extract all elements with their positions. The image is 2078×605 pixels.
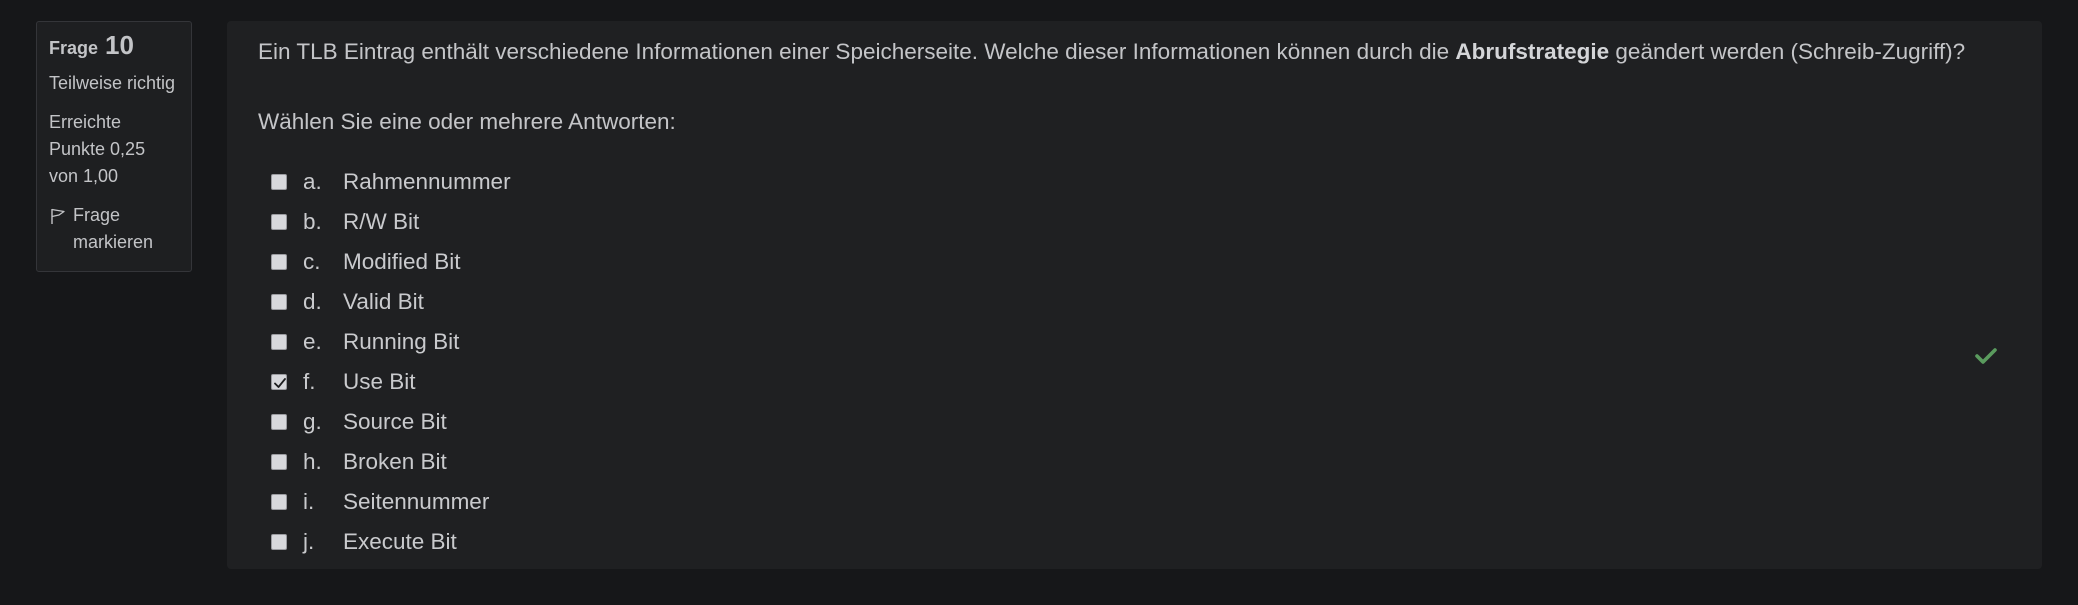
- flag-question-link[interactable]: Frage markieren: [49, 202, 179, 256]
- answer-checkbox-j[interactable]: [271, 534, 287, 550]
- correct-check-icon: [1975, 348, 1997, 364]
- flag-icon: [51, 208, 65, 224]
- answer-option-a[interactable]: a. Rahmennummer: [271, 162, 511, 202]
- answer-letter: d.: [303, 289, 322, 314]
- question-text-bold: Abrufstrategie: [1455, 39, 1610, 64]
- answer-label: Use Bit: [343, 369, 416, 394]
- answer-checkbox-e[interactable]: [271, 334, 287, 350]
- answer-letter: e.: [303, 329, 322, 354]
- question-number: 10: [105, 30, 134, 60]
- answer-checkbox-f[interactable]: [271, 374, 287, 390]
- question-text: Ein TLB Eintrag enthält verschiedene Inf…: [258, 39, 1965, 65]
- answer-letter: g.: [303, 409, 322, 434]
- question-info-panel: Frage 10 Teilweise richtig Erreichte Pun…: [36, 21, 192, 272]
- answer-letter: b.: [303, 209, 322, 234]
- answer-checkbox-c[interactable]: [271, 254, 287, 270]
- answer-label: Modified Bit: [343, 249, 461, 274]
- answer-label: Valid Bit: [343, 289, 424, 314]
- answer-checkbox-b[interactable]: [271, 214, 287, 230]
- answer-letter: h.: [303, 449, 322, 474]
- answer-option-h[interactable]: h. Broken Bit: [271, 442, 447, 482]
- answer-label: Rahmennummer: [343, 169, 511, 194]
- question-content: Ein TLB Eintrag enthält verschiedene Inf…: [227, 21, 2042, 569]
- answer-label: Running Bit: [343, 329, 460, 354]
- answer-letter: a.: [303, 169, 322, 194]
- answer-prompt: Wählen Sie eine oder mehrere Antworten:: [258, 109, 676, 134]
- question-text-before: Ein TLB Eintrag enthält verschiedene Inf…: [258, 39, 1456, 64]
- answer-label: Broken Bit: [343, 449, 447, 474]
- flag-label: Frage markieren: [73, 205, 154, 252]
- answer-checkbox-d[interactable]: [271, 294, 287, 310]
- answer-option-i[interactable]: i. Seitennummer: [271, 482, 489, 522]
- question-text-after: geändert werden (Schreib-Zugriff)?: [1609, 39, 1966, 64]
- question-label: Frage: [49, 38, 99, 58]
- answer-option-e[interactable]: e. Running Bit: [271, 322, 459, 362]
- answer-letter: j.: [303, 529, 315, 554]
- answer-checkbox-g[interactable]: [271, 414, 287, 430]
- answer-checkbox-i[interactable]: [271, 494, 287, 510]
- answer-letter: i.: [303, 489, 315, 514]
- answer-label: Seitennummer: [343, 489, 490, 514]
- check-mark-icon: [274, 378, 286, 388]
- question-grade: Erreichte Punkte 0,25 von 1,00: [49, 112, 146, 186]
- answer-option-b[interactable]: b. R/W Bit: [271, 202, 419, 242]
- answer-letter: c.: [303, 249, 321, 274]
- answer-letter: f.: [303, 369, 316, 394]
- answer-label: Source Bit: [343, 409, 447, 434]
- answer-option-c[interactable]: c. Modified Bit: [271, 242, 461, 282]
- answer-option-d[interactable]: d. Valid Bit: [271, 282, 424, 322]
- answer-label: R/W Bit: [343, 209, 420, 234]
- answer-checkbox-h[interactable]: [271, 454, 287, 470]
- answer-option-j[interactable]: j. Execute Bit: [271, 522, 457, 562]
- answer-checkbox-a[interactable]: [271, 174, 287, 190]
- answer-option-f[interactable]: f. Use Bit: [271, 362, 416, 402]
- answer-option-g[interactable]: g. Source Bit: [271, 402, 447, 442]
- answer-label: Execute Bit: [343, 529, 457, 554]
- question-state: Teilweise richtig: [49, 73, 176, 93]
- question-number-row: Frage 10: [49, 32, 179, 62]
